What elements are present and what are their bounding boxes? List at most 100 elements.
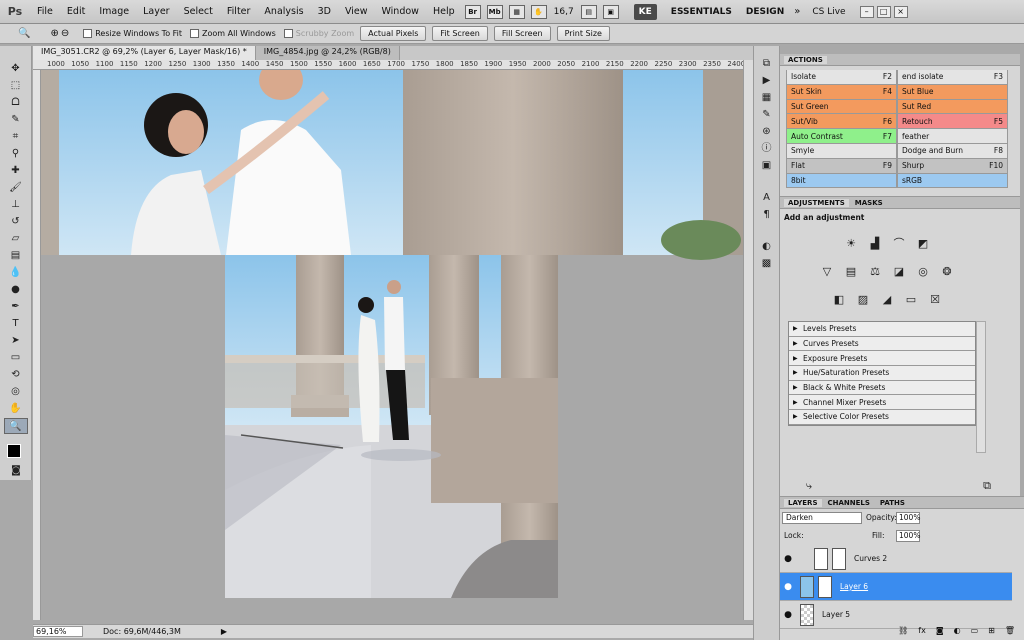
zoom-all-checkbox[interactable]: Zoom All Windows — [190, 29, 276, 38]
layer-row-curves-2[interactable]: ● Curves 2 — [780, 545, 1012, 573]
exposure-icon[interactable]: ◩ — [916, 237, 930, 251]
history-panel-icon[interactable]: ⧉ — [758, 57, 776, 71]
preset-levels[interactable]: Levels Presets — [789, 322, 975, 337]
view-extras-icon[interactable]: ▦ — [508, 4, 525, 19]
close-icon[interactable]: × — [893, 5, 908, 18]
adjustment-options-icon[interactable]: ⧉ — [980, 479, 994, 493]
vertical-scrollbar[interactable] — [743, 60, 753, 620]
status-menu-icon[interactable]: ▶ — [221, 627, 227, 636]
workspace-essentials[interactable]: ESSENTIALS — [671, 7, 732, 17]
character-panel-icon[interactable]: A — [758, 191, 776, 205]
menu-edit[interactable]: Edit — [60, 6, 92, 17]
brushes-panel-icon[interactable]: ✎ — [758, 108, 776, 122]
screen-mode-icon[interactable]: ▣ — [602, 4, 619, 19]
action-button[interactable]: feather — [897, 129, 1008, 144]
layer-row-layer-6[interactable]: ● Layer 6 — [780, 573, 1012, 601]
channel-mixer-icon[interactable]: ❂ — [940, 265, 954, 279]
quick-select-tool-icon[interactable]: ✎ — [4, 112, 28, 128]
menu-layer[interactable]: Layer — [136, 6, 177, 17]
threshold-icon[interactable]: ◢ — [880, 293, 894, 307]
marquee-tool-icon[interactable]: ⬚ — [4, 78, 28, 94]
vibrance-icon[interactable]: ▽ — [820, 265, 834, 279]
layer-name[interactable]: Curves 2 — [854, 554, 887, 563]
preset-exposure[interactable]: Exposure Presets — [789, 351, 975, 367]
link-layers-icon[interactable]: ⛓ — [898, 626, 908, 635]
arrange-documents-icon[interactable]: ▤ — [580, 4, 597, 19]
crop-tool-icon[interactable]: ⌗ — [4, 129, 28, 145]
zoom-out-icon[interactable]: ⊖ — [61, 28, 69, 39]
visibility-eye-icon[interactable]: ● — [780, 582, 796, 592]
curves-icon[interactable]: ⌒ — [892, 237, 906, 251]
clone-stamp-icon[interactable]: ⊥ — [4, 197, 28, 213]
menu-3d[interactable]: 3D — [311, 6, 338, 17]
maximize-icon[interactable]: □ — [876, 5, 891, 18]
scrubby-zoom-checkbox[interactable]: Scrubby Zoom — [283, 29, 354, 38]
preset-black-white[interactable]: Black & White Presets — [789, 380, 975, 396]
user-badge[interactable]: KE — [633, 3, 657, 20]
new-layer-icon[interactable]: ⊞ — [988, 626, 995, 635]
3d-rotate-icon[interactable]: ⟲ — [4, 367, 28, 383]
action-button[interactable]: Sut Green — [786, 99, 897, 115]
gradient-map-icon[interactable]: ▭ — [904, 293, 918, 307]
type-tool-icon[interactable]: T — [4, 316, 28, 332]
action-button[interactable]: Isolate F2 — [786, 70, 897, 85]
clip-to-layer-icon[interactable]: ⤷ — [802, 479, 816, 493]
preset-curves[interactable]: Curves Presets — [789, 336, 975, 352]
launch-bridge-icon[interactable]: Br — [464, 4, 481, 19]
brightness-contrast-icon[interactable]: ☀ — [844, 237, 858, 251]
tab-img-3051[interactable]: IMG_3051.CR2 @ 69,2% (Layer 6, Layer Mas… — [33, 46, 256, 60]
menu-select[interactable]: Select — [177, 6, 220, 17]
preset-hue-saturation[interactable]: Hue/Saturation Presets — [789, 366, 975, 381]
action-button[interactable]: Retouch F5 — [897, 114, 1008, 130]
actions-panel-icon[interactable]: ▶ — [758, 74, 776, 88]
cs-live-button[interactable]: CS Live — [812, 7, 845, 17]
quick-mask-icon[interactable]: ◙ — [4, 463, 28, 479]
tab-paths[interactable]: PATHS — [876, 499, 909, 507]
layer-name[interactable]: Layer 5 — [822, 610, 850, 619]
styles-panel-icon[interactable]: ▩ — [758, 257, 776, 271]
more-workspaces-icon[interactable]: » — [794, 6, 800, 17]
workspace-design[interactable]: DESIGN — [746, 7, 784, 17]
delete-layer-icon[interactable]: 🗑 — [1005, 626, 1015, 635]
fx-icon[interactable]: fx — [918, 626, 926, 635]
eraser-tool-icon[interactable]: ▱ — [4, 231, 28, 247]
opacity-field[interactable]: 100% — [896, 512, 920, 524]
color-panel-icon[interactable]: ◐ — [758, 240, 776, 254]
levels-icon[interactable]: ▟ — [868, 237, 882, 251]
action-button[interactable]: Sut Skin F4 — [786, 84, 897, 100]
hand-tool-icon[interactable]: ✋ — [4, 401, 28, 417]
menu-view[interactable]: View — [338, 6, 375, 17]
hand-tool-icon[interactable]: ✋ — [530, 4, 547, 19]
shape-tool-icon[interactable]: ▭ — [4, 350, 28, 366]
preset-channel-mixer[interactable]: Channel Mixer Presets — [789, 395, 975, 411]
tab-img-4854[interactable]: IMG_4854.jpg @ 24,2% (RGB/8) — [255, 46, 400, 60]
preset-selective-color[interactable]: Selective Color Presets — [789, 410, 975, 425]
action-button[interactable]: Smyle — [786, 143, 897, 159]
fit-screen-button[interactable]: Fit Screen — [432, 26, 488, 41]
action-button[interactable]: Sut/Vib F6 — [786, 114, 897, 130]
hue-saturation-icon[interactable]: ▤ — [844, 265, 858, 279]
brush-tool-icon[interactable]: 🖌 — [4, 180, 28, 196]
clone-source-panel-icon[interactable]: ⊛ — [758, 125, 776, 139]
info-panel-icon[interactable]: ⓘ — [758, 142, 776, 156]
mini-bridge-icon[interactable]: Mb — [486, 4, 503, 19]
presets-scrollbar[interactable] — [976, 321, 986, 453]
layer-name[interactable]: Layer 6 — [840, 582, 868, 591]
add-mask-icon[interactable]: ◙ — [936, 626, 944, 635]
visibility-eye-icon[interactable]: ● — [780, 554, 796, 564]
action-button[interactable]: Dodge and Burn F8 — [897, 143, 1008, 159]
tab-layers[interactable]: LAYERS — [784, 498, 822, 507]
action-button[interactable]: Shurp F10 — [897, 158, 1008, 174]
new-group-icon[interactable]: ▭ — [971, 626, 979, 635]
lasso-tool-icon[interactable]: ᗝ — [4, 95, 28, 111]
action-button[interactable]: Auto Contrast F7 — [786, 129, 897, 144]
blend-mode-select[interactable]: Darken — [782, 512, 862, 524]
actual-pixels-button[interactable]: Actual Pixels — [360, 26, 427, 41]
posterize-icon[interactable]: ▨ — [856, 293, 870, 307]
tab-masks[interactable]: MASKS — [851, 199, 887, 207]
zoom-in-icon[interactable]: ⊕ — [50, 28, 58, 39]
visibility-eye-icon[interactable]: ● — [780, 610, 796, 620]
dodge-tool-icon[interactable]: ● — [4, 282, 28, 298]
action-button[interactable]: end isolate F3 — [897, 70, 1008, 85]
blur-tool-icon[interactable]: 💧 — [4, 265, 28, 281]
